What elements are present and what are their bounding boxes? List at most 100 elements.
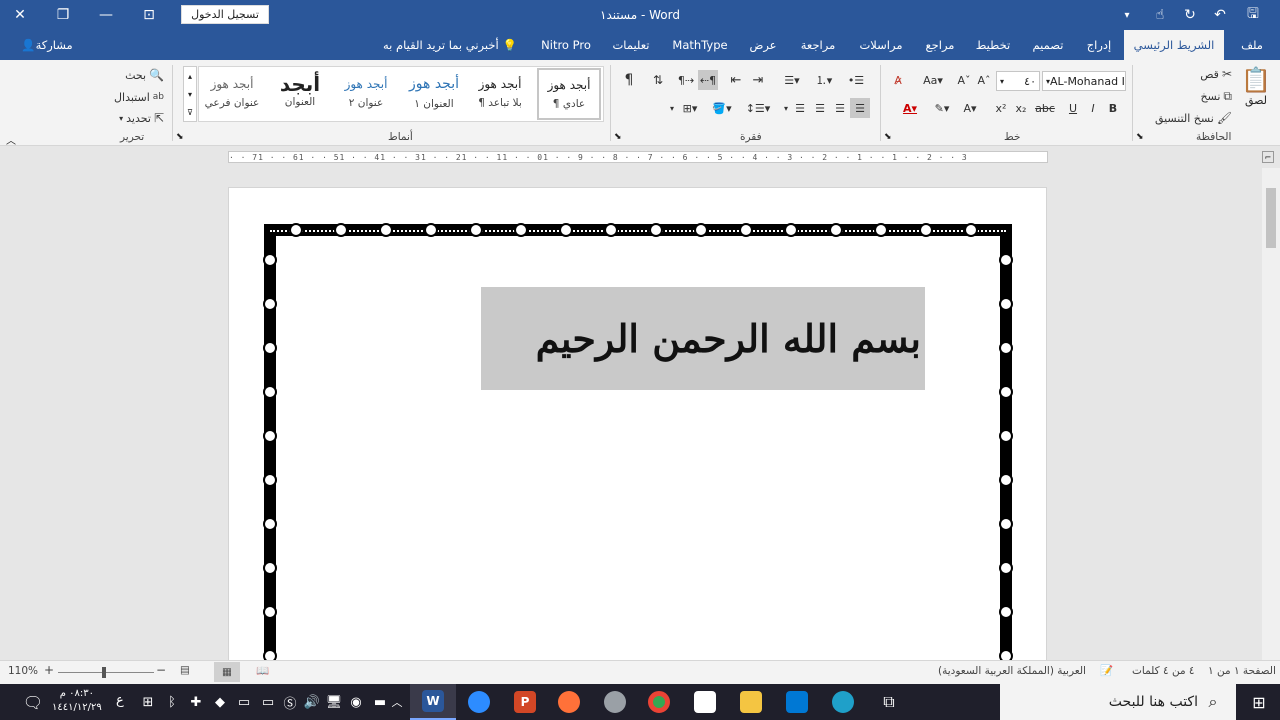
tray-app-icon[interactable]: ⊞ — [136, 684, 160, 720]
skype-icon[interactable]: Ⓢ — [278, 684, 302, 720]
style-heading-1[interactable]: أبجد هوز العنوان ١ — [402, 68, 466, 118]
style-heading-2[interactable]: أبجد هوز عنوان ٢ — [334, 68, 398, 118]
start-icon[interactable]: ⊞ — [1236, 684, 1280, 720]
tab-help[interactable]: تعليمات — [603, 30, 659, 60]
word-count[interactable]: ٤ من ٤ كلمات — [1132, 665, 1195, 677]
bold-icon[interactable]: B — [1104, 98, 1122, 118]
page-count[interactable]: الصفحة ١ من ١ — [1208, 665, 1276, 677]
share-button[interactable]: 👤 مشاركة — [10, 30, 80, 60]
collapse-ribbon-icon[interactable]: ︿ — [6, 132, 16, 147]
document-page[interactable]: بسم الله الرحمن الرحيم — [228, 187, 1047, 660]
vertical-scrollbar[interactable] — [1262, 168, 1280, 660]
align-center-icon[interactable]: ☰ — [830, 98, 850, 118]
tab-mailings[interactable]: مراسلات — [851, 30, 911, 60]
proofing-icon[interactable]: 📝 — [1100, 664, 1113, 677]
undo-icon[interactable]: ↶ — [1205, 0, 1235, 30]
underline-icon[interactable]: U — [1064, 98, 1082, 118]
font-launcher-icon[interactable]: ⬊ — [884, 132, 892, 142]
decrease-indent-icon[interactable]: ⇤ — [726, 70, 746, 90]
tab-references[interactable]: مراجع — [917, 30, 963, 60]
mail-icon[interactable] — [774, 684, 820, 720]
style-no-spacing[interactable]: أبجد هوز ¶ بلا تباعد — [468, 68, 532, 118]
style-normal[interactable]: أبجد هوز ¶ عادي — [537, 68, 601, 120]
clock[interactable]: ٠٨:٣٠ م ١٤٤١/١٢/٢٩ — [52, 687, 102, 715]
task-view-icon[interactable]: ⧉ — [866, 684, 912, 720]
tray-gray-icon[interactable]: ▭ — [232, 684, 256, 720]
clear-formatting-icon[interactable]: A̷ — [888, 70, 908, 90]
copy-button[interactable]: نسخ ⧉ — [1142, 86, 1232, 106]
volume-icon[interactable]: 🔊 — [300, 684, 324, 720]
restore-button[interactable]: ❐ — [43, 0, 83, 30]
tab-nitro[interactable]: Nitro Pro — [533, 30, 599, 60]
italic-icon[interactable]: I — [1084, 98, 1102, 118]
print-layout-icon[interactable]: ▦ — [214, 662, 240, 682]
word-taskbar-icon[interactable]: W — [410, 684, 456, 720]
numbering-icon[interactable]: ⒈▾ — [810, 70, 838, 90]
ribbon-display-options-button[interactable]: ⊡ — [129, 0, 169, 30]
store-icon[interactable] — [682, 684, 728, 720]
select-button[interactable]: ▾ تحديد ⇱ — [100, 109, 164, 127]
highlight-icon[interactable]: ✎▾ — [928, 98, 956, 118]
save-icon[interactable]: 🖫 — [1238, 0, 1268, 30]
tab-view[interactable]: عرض — [741, 30, 785, 60]
language-status[interactable]: العربية (المملكة العربية السعودية) — [938, 665, 1086, 677]
subscript-icon[interactable]: x₂ — [1012, 98, 1030, 118]
align-right-icon[interactable]: ☰ — [850, 98, 870, 118]
show-hidden-icons-icon[interactable]: ︿ — [386, 684, 408, 720]
zoom-slider-thumb[interactable] — [102, 667, 106, 678]
sort-icon[interactable]: ⇅ — [648, 70, 668, 90]
minimize-button[interactable]: — — [86, 0, 126, 30]
firefox-icon[interactable] — [546, 684, 592, 720]
zoom-app-icon[interactable] — [456, 684, 502, 720]
borders-icon[interactable]: ⊞▾ — [680, 98, 700, 118]
text-effects-icon[interactable]: A▾ — [958, 98, 982, 118]
tab-design[interactable]: تصميم — [1023, 30, 1073, 60]
style-title[interactable]: أبجد العنوان — [268, 68, 332, 118]
notifications-icon[interactable]: 🗨 — [10, 684, 56, 720]
tab-review[interactable]: مراجعة — [791, 30, 845, 60]
tab-file[interactable]: ملف — [1230, 30, 1274, 60]
focus-mode-icon[interactable]: ▤ — [180, 664, 190, 676]
battery-icon[interactable]: ▭ — [256, 684, 280, 720]
paragraph-launcher-icon[interactable]: ⬊ — [614, 132, 622, 142]
redo-icon[interactable]: ↻ — [1175, 0, 1205, 30]
change-case-icon[interactable]: Aa▾ — [920, 70, 946, 90]
chevron-down-icon[interactable]: ▾ — [666, 98, 678, 118]
network-icon[interactable]: 🖥 — [322, 684, 346, 720]
zoom-out-icon[interactable]: − — [156, 663, 166, 677]
text-box[interactable]: بسم الله الرحمن الرحيم — [481, 287, 925, 390]
format-painter-button[interactable]: نسخ التنسيق 🖌 — [1142, 108, 1232, 128]
read-mode-icon[interactable]: 📖 — [256, 664, 269, 677]
cut-button[interactable]: قص ✂ — [1142, 64, 1232, 84]
shading-icon[interactable]: 🪣▾ — [710, 98, 734, 118]
rtl-icon[interactable]: ⇠¶ — [698, 70, 718, 90]
font-size-select[interactable]: ▾ ٤٠ — [996, 71, 1040, 91]
edge-icon[interactable] — [820, 684, 866, 720]
customize-qat-icon[interactable]: ▾ — [1112, 0, 1142, 30]
style-subtitle[interactable]: أبجد هوز عنوان فرعي — [200, 68, 264, 118]
font-name-select[interactable]: ▾ AL-Mohanad I — [1042, 71, 1126, 91]
font-color-icon[interactable]: A▾ — [896, 98, 924, 118]
clipboard-launcher-icon[interactable]: ⬊ — [1136, 132, 1144, 142]
horizontal-ruler[interactable]: · · 71 · · 61 · · 51 · · 41 · · 31 · · 2… — [228, 151, 1048, 163]
tab-selector-icon[interactable]: ⌐ — [1262, 151, 1274, 163]
styles-launcher-icon[interactable]: ⬊ — [176, 132, 184, 142]
tray-red-icon[interactable]: ◆ — [208, 684, 232, 720]
replace-button[interactable]: استبدال ab — [100, 88, 164, 106]
align-left-icon[interactable]: ☰ — [810, 98, 830, 118]
file-explorer-icon[interactable] — [728, 684, 774, 720]
line-spacing-icon[interactable]: ↕☰▾ — [745, 98, 771, 118]
paste-button[interactable]: 📋 لصق — [1238, 66, 1274, 124]
distributed-icon[interactable]: ☰ — [790, 98, 810, 118]
input-language[interactable]: ع — [116, 693, 124, 708]
tab-mathtype[interactable]: MathType — [665, 30, 735, 60]
zoom-slider[interactable] — [58, 672, 154, 673]
tab-layout[interactable]: تخطيط — [969, 30, 1017, 60]
tray-app2-icon[interactable]: ◉ — [344, 684, 368, 720]
bullets-icon[interactable]: •☰ — [842, 70, 870, 90]
ltr-icon[interactable]: ¶⇢ — [676, 70, 696, 90]
strikethrough-icon[interactable]: abc — [1032, 98, 1058, 118]
bluetooth-icon[interactable]: ᛒ — [160, 684, 184, 720]
touch-mode-icon[interactable]: ☝ — [1145, 0, 1175, 30]
superscript-icon[interactable]: x² — [992, 98, 1010, 118]
